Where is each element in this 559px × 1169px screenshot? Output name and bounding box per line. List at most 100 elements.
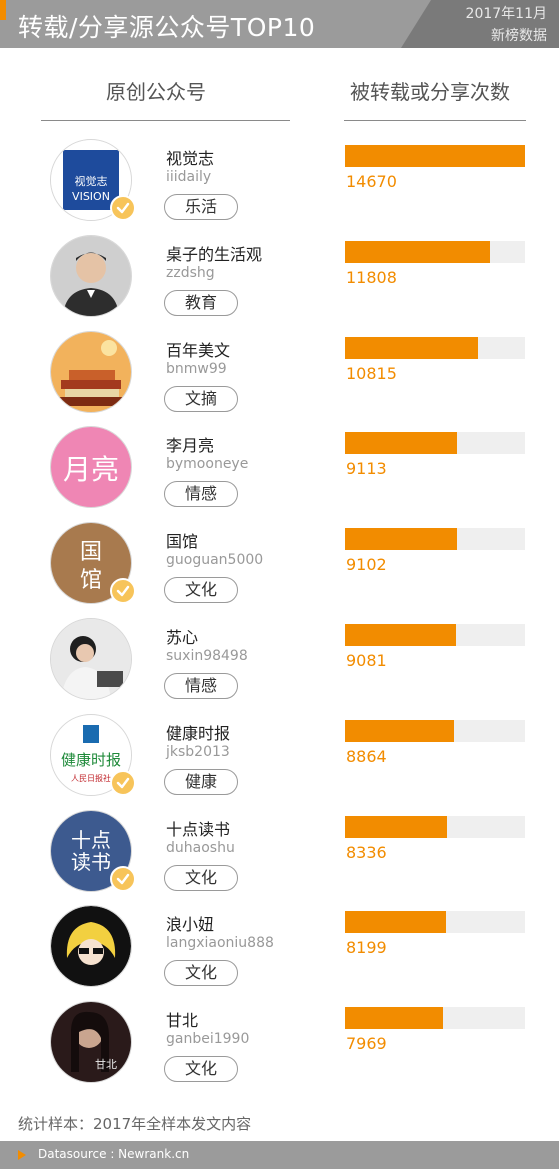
svg-text:VISION: VISION xyxy=(72,190,110,203)
footer-arrow-icon xyxy=(18,1150,26,1160)
account-name: 桌子的生活观 xyxy=(166,244,263,264)
sample-note: 统计样本：2017年全样本发文内容 xyxy=(18,1115,252,1133)
count-value: 9113 xyxy=(346,459,387,479)
account-id: bymooneye xyxy=(166,456,249,473)
verified-check-icon xyxy=(110,865,136,892)
count-bar-track xyxy=(345,911,525,934)
account-id: duhaoshu xyxy=(166,839,235,856)
count-bar-track xyxy=(345,528,525,551)
count-bar xyxy=(345,911,446,934)
column-header-count: 被转载或分享次数 xyxy=(350,80,510,104)
category-tag: 文化 xyxy=(164,960,238,987)
svg-text:读书: 读书 xyxy=(71,850,111,874)
account-name: 百年美文 xyxy=(166,340,231,360)
account-row: 百年美文 bnmw99 文摘 10815 xyxy=(0,330,559,427)
account-id: jksb2013 xyxy=(166,743,230,760)
header-accent-mark xyxy=(0,0,6,20)
account-id: zzdshg xyxy=(166,264,215,281)
count-bar xyxy=(345,336,478,359)
svg-text:十点: 十点 xyxy=(71,828,111,852)
account-avatar xyxy=(50,618,132,700)
category-tag: 情感 xyxy=(164,481,238,508)
footer-datasource: Datasource : Newrank.cn xyxy=(38,1147,190,1161)
account-id: guoguan5000 xyxy=(166,552,264,569)
category-tag: 文化 xyxy=(164,1056,238,1083)
column-divider-right xyxy=(344,120,526,121)
count-bar-track xyxy=(345,145,525,167)
account-row: 视觉志 VISION 视觉志 iiidaily 乐活 14670 xyxy=(0,139,559,235)
svg-text:视觉志: 视觉志 xyxy=(75,174,108,188)
count-bar xyxy=(345,240,490,263)
category-tag: 情感 xyxy=(164,673,238,699)
count-value: 11808 xyxy=(346,267,397,287)
count-bar-track xyxy=(345,240,525,263)
count-bar-track xyxy=(345,432,525,455)
count-bar xyxy=(345,528,457,551)
account-id: langxiaoniu888 xyxy=(166,935,274,952)
count-bar xyxy=(345,719,454,742)
account-id: bnmw99 xyxy=(166,360,227,377)
count-value: 9081 xyxy=(346,651,387,670)
account-row: 桌子的生活观 zzdshg 教育 11808 xyxy=(0,234,559,331)
account-avatar xyxy=(50,234,132,317)
account-row: 甘北 甘北 ganbei1990 文化 7969 xyxy=(0,1001,559,1097)
account-name: 浪小妞 xyxy=(166,915,215,935)
header-banner: 转载/分享源公众号TOP10 2017年11月 新榜数据 xyxy=(0,0,559,48)
footer-bar: Datasource : Newrank.cn xyxy=(0,1141,559,1169)
account-id: ganbei1990 xyxy=(166,1031,250,1048)
account-id: suxin98498 xyxy=(166,648,248,664)
header-source: 新榜数据 xyxy=(491,28,547,44)
count-value: 7969 xyxy=(346,1034,387,1054)
category-tag: 乐活 xyxy=(164,194,238,220)
verified-check-icon xyxy=(110,195,136,221)
page-title: 转载/分享源公众号TOP10 xyxy=(18,13,316,42)
account-row: 国馆国馆 guoguan5000 文化 9102 xyxy=(0,522,559,618)
count-bar xyxy=(345,815,448,838)
svg-text:国: 国 xyxy=(80,540,102,565)
account-name: 视觉志 xyxy=(166,149,215,168)
count-bar-track xyxy=(345,815,525,838)
count-value: 8199 xyxy=(346,938,387,958)
svg-text:馆: 馆 xyxy=(80,568,102,593)
svg-text:月亮: 月亮 xyxy=(63,453,119,486)
svg-text:人民日报社: 人民日报社 xyxy=(71,773,111,783)
account-row: 健康时报 人民日报社 健康时报 jksb2013 健康 8864 xyxy=(0,713,559,810)
account-avatar: 甘北 xyxy=(50,1001,132,1084)
account-name: 健康时报 xyxy=(166,723,231,743)
verified-check-icon xyxy=(110,578,136,605)
account-row: 十点 读书 十点读书 duhaoshu 文化 8336 xyxy=(0,809,559,906)
svg-text:甘北: 甘北 xyxy=(95,1058,117,1071)
count-value: 8864 xyxy=(346,746,387,766)
category-tag: 健康 xyxy=(164,768,238,795)
count-value: 9102 xyxy=(346,555,387,575)
account-avatar xyxy=(50,330,132,413)
category-tag: 文化 xyxy=(164,864,238,891)
account-avatar xyxy=(50,905,132,988)
account-name: 十点读书 xyxy=(166,819,231,839)
count-bar xyxy=(345,1007,443,1030)
count-bar-track xyxy=(345,624,525,646)
count-value: 8336 xyxy=(346,842,387,862)
account-name: 苏心 xyxy=(166,628,199,647)
category-tag: 文化 xyxy=(164,577,238,604)
category-tag: 教育 xyxy=(164,289,238,316)
count-value: 10815 xyxy=(346,363,397,383)
count-bar xyxy=(345,624,457,646)
count-bar xyxy=(345,145,525,167)
count-bar xyxy=(345,432,457,455)
account-name: 李月亮 xyxy=(166,436,215,456)
svg-text:健康时报: 健康时报 xyxy=(61,751,121,769)
account-row: 苏心 suxin98498 情感 9081 xyxy=(0,618,559,714)
header-date: 2017年11月 xyxy=(465,6,547,22)
verified-check-icon xyxy=(110,769,136,796)
count-bar-track xyxy=(345,1007,525,1030)
account-id: iiidaily xyxy=(166,169,212,185)
category-tag: 文摘 xyxy=(164,385,238,412)
account-name: 甘北 xyxy=(166,1011,199,1031)
account-name: 国馆 xyxy=(166,532,199,552)
count-bar-track xyxy=(345,719,525,742)
account-row: 浪小妞 langxiaoniu888 文化 8199 xyxy=(0,905,559,1001)
count-bar-track xyxy=(345,336,525,359)
column-header-accounts: 原创公众号 xyxy=(106,80,206,104)
account-avatar: 月亮 xyxy=(50,426,132,509)
